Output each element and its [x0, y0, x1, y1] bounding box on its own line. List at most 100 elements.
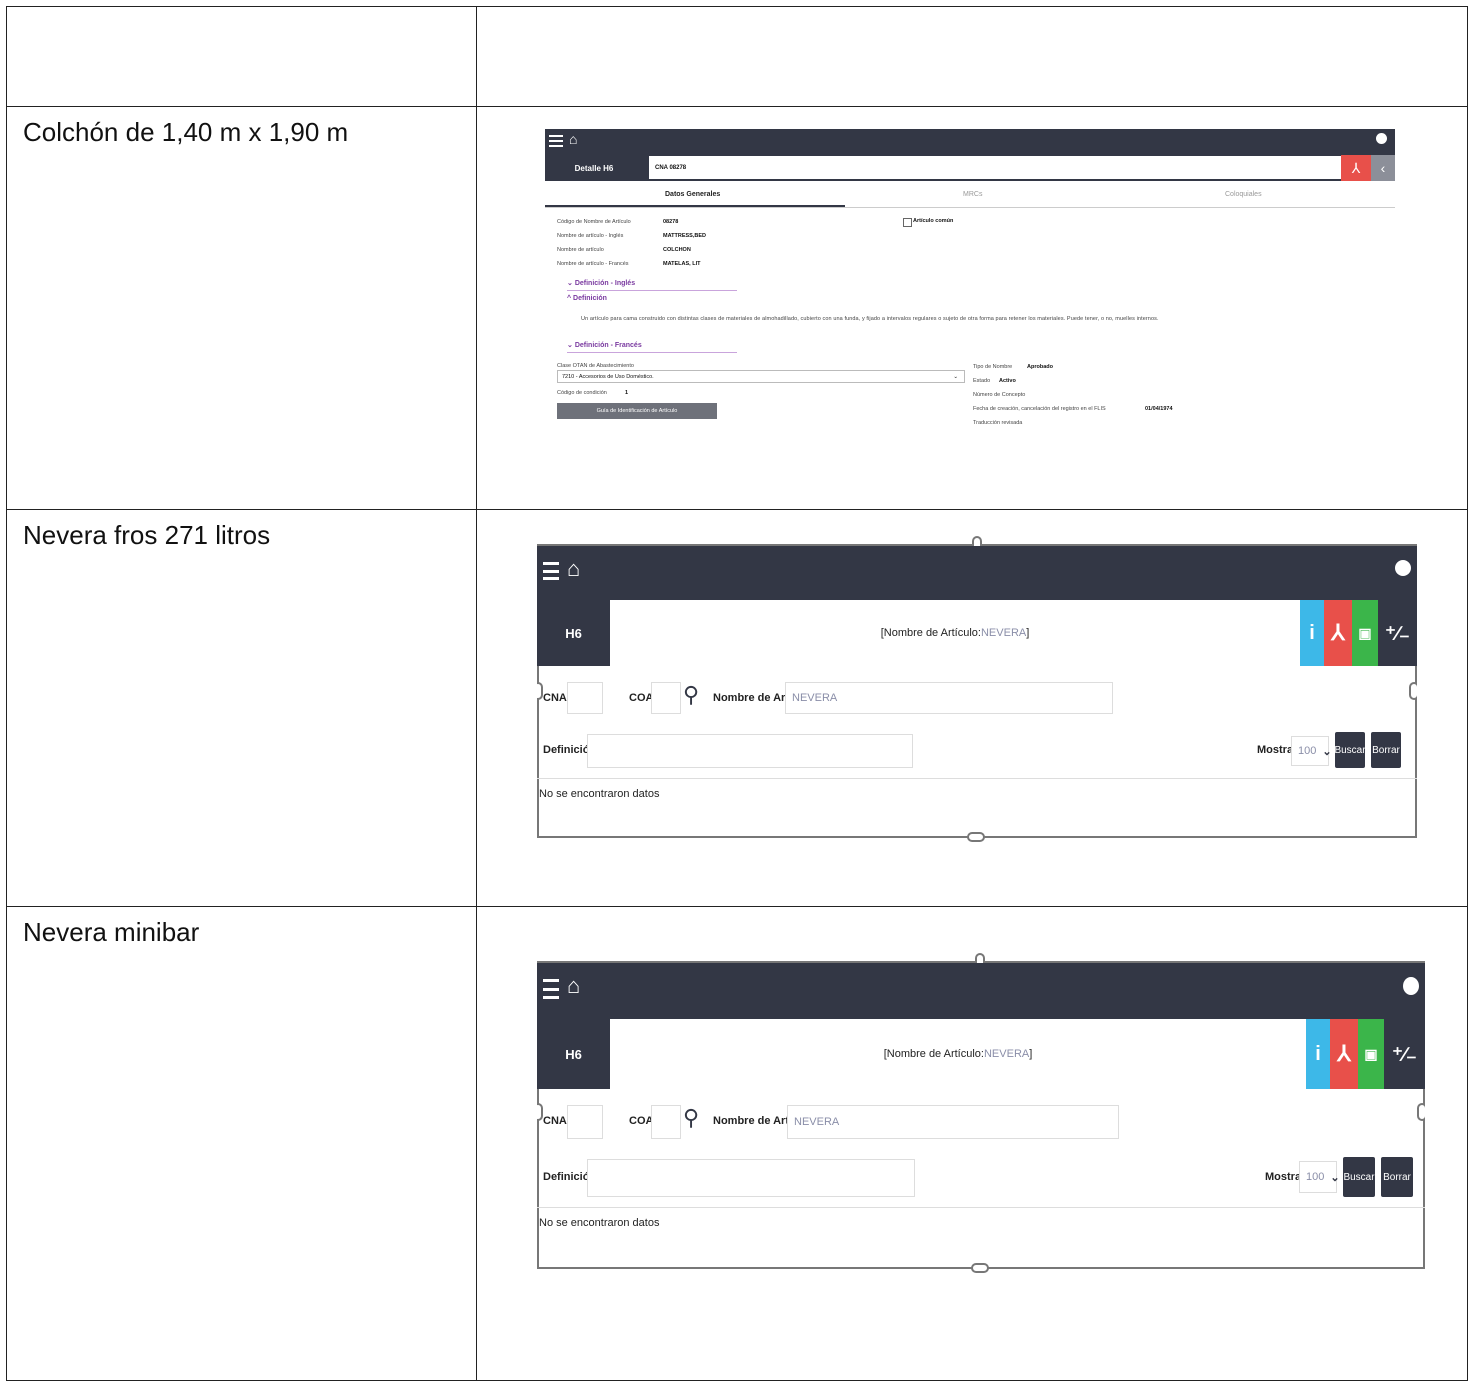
user-icon[interactable]: [1403, 977, 1419, 995]
search-button[interactable]: Buscar: [1334, 732, 1366, 768]
tab-mrcs[interactable]: MRCs: [963, 191, 982, 198]
coa-input[interactable]: [651, 1105, 681, 1139]
show-select[interactable]: 100 ⌄: [1291, 736, 1332, 766]
table-cell-label: [6, 6, 477, 107]
creation-value: 01/04/1974: [1145, 406, 1173, 412]
supply-class-value: 7210 - Accesorios de Uso Doméstico.: [562, 373, 654, 380]
home-icon[interactable]: ⌂: [567, 973, 580, 999]
title-suffix: ]: [1029, 1048, 1033, 1060]
coa-label: COA: [629, 1115, 654, 1127]
show-select[interactable]: 100 ⌄: [1299, 1161, 1340, 1193]
field-value: 08278: [663, 219, 679, 225]
article-name-title: [Nombre de Artículo: NEVERA]: [610, 600, 1300, 666]
field-value: MATTRESS,BED: [663, 233, 706, 239]
search-button[interactable]: Buscar: [1343, 1157, 1375, 1197]
title-value: NEVERA: [980, 627, 1027, 639]
row-label: Nevera minibar: [23, 917, 200, 947]
resize-handle[interactable]: [971, 1263, 989, 1273]
cna-input[interactable]: [567, 682, 603, 714]
home-icon[interactable]: ⌂: [569, 131, 577, 147]
definition-input[interactable]: [587, 734, 913, 768]
pdf-icon[interactable]: ⅄: [1324, 600, 1352, 666]
menu-icon[interactable]: [543, 979, 559, 999]
table-cell-label: Colchón de 1,40 m x 1,90 m: [6, 106, 477, 510]
user-icon[interactable]: [1395, 560, 1411, 576]
table-cell-image: [476, 6, 1468, 107]
section-definition-french[interactable]: ⌄ Definición - Francés: [567, 341, 642, 349]
info-icon[interactable]: i: [1300, 600, 1324, 666]
table-row: [6, 6, 1468, 107]
resize-handle[interactable]: [1417, 1103, 1425, 1121]
condition-label: Código de condición: [557, 390, 607, 396]
tab-colloquial[interactable]: Coloquiales: [1225, 191, 1262, 198]
name-type-label: Tipo de Nombre: [973, 364, 1013, 370]
menu-icon[interactable]: [543, 562, 559, 580]
tab-bar: Datos Generales MRCs Coloquiales: [545, 185, 1395, 208]
table-cell-image: ⌂ H6 [Nombre de Artículo: NEVERA] i ⅄ ▣ …: [476, 509, 1468, 907]
article-name-input[interactable]: NEVERA: [785, 682, 1113, 714]
state-label: Estado: [973, 378, 991, 384]
tab-general[interactable]: Datos Generales: [665, 191, 720, 198]
divider: [537, 778, 1417, 779]
section-title: Definición - Francés: [574, 342, 642, 349]
back-icon[interactable]: ‹: [1371, 155, 1395, 181]
row-label: Colchón de 1,40 m x 1,90 m: [23, 117, 349, 147]
coa-input[interactable]: [651, 682, 681, 714]
resize-handle[interactable]: [967, 832, 985, 842]
user-icon[interactable]: [1376, 133, 1387, 144]
article-name-input[interactable]: NEVERA: [787, 1105, 1119, 1139]
title-suffix: ]: [1026, 627, 1030, 639]
home-icon[interactable]: ⌂: [567, 556, 580, 582]
clear-button[interactable]: Borrar: [1381, 1157, 1413, 1197]
name-type-value: Aprobado: [1027, 364, 1053, 370]
screenshot-article-search: ⌂ H6 [Nombre de Artículo: NEVERA] i ⅄ ▣ …: [537, 953, 1425, 1273]
chevron-down-icon: ⌄: [953, 373, 958, 380]
plus-minus-icon[interactable]: ⁺∕₋: [1378, 600, 1417, 666]
excel-icon[interactable]: ▣: [1352, 600, 1378, 666]
common-article-label: Artículo común: [913, 218, 954, 224]
table-cell-image: ⌂ H6 [Nombre de Artículo: NEVERA] i ⅄ ▣ …: [476, 906, 1468, 1381]
row-label: Nevera fros 271 litros: [23, 520, 271, 550]
no-data-message: No se encontraron datos: [539, 788, 660, 800]
field-label: Nombre de artículo - Francés: [557, 261, 629, 267]
state-value: Activo: [999, 378, 1016, 384]
document-table: Colchón de 1,40 m x 1,90 m ⌂ Detalle H6 …: [6, 6, 1468, 1381]
supply-class-label: Clase OTAN de Abastecimiento: [557, 363, 634, 369]
excel-icon[interactable]: ▣: [1358, 1019, 1384, 1089]
common-article-checkbox[interactable]: [903, 218, 912, 227]
supply-class-select[interactable]: 7210 - Accesorios de Uso Doméstico. ⌄: [557, 370, 965, 383]
chevron-down-icon: ⌄: [1330, 1171, 1340, 1184]
field-value: MATELAS, LIT: [663, 261, 701, 267]
resize-handle[interactable]: [1409, 682, 1417, 700]
cna-input[interactable]: [567, 1105, 603, 1139]
field-label: Nombre de artículo - Inglés: [557, 233, 624, 239]
divider: [537, 1207, 1425, 1208]
table-row: Nevera fros 271 litros ⌂ H6 [Nombre de A…: [6, 509, 1468, 907]
definition-text: Un artículo para cama construido con dis…: [581, 316, 1159, 322]
chevron-down-icon: ⌄: [1322, 745, 1332, 758]
section-definition-english[interactable]: ⌄ Definición - Inglés: [567, 279, 635, 287]
pdf-icon[interactable]: ⅄: [1341, 155, 1371, 181]
menu-icon[interactable]: [549, 135, 563, 147]
table-row: Colchón de 1,40 m x 1,90 m ⌂ Detalle H6 …: [6, 106, 1468, 510]
search-icon[interactable]: ⚲: [683, 682, 699, 708]
condition-value: 1: [625, 390, 629, 396]
table-row: Nevera minibar ⌂ H6 [Nombre de Artículo:…: [6, 906, 1468, 1381]
plus-minus-icon[interactable]: ⁺∕₋: [1384, 1019, 1425, 1089]
creation-label: Fecha de creación, cancelación del regis…: [973, 406, 1106, 412]
section-definition[interactable]: ^ Definición: [567, 295, 607, 302]
definition-input[interactable]: [587, 1159, 915, 1197]
screenshot-article-detail: ⌂ Detalle H6 CNA 08278 ⅄ ‹ Datos General…: [545, 129, 1395, 444]
search-icon[interactable]: ⚲: [683, 1105, 699, 1131]
section-divider: [567, 352, 737, 353]
identification-guide-button[interactable]: Guía de Identificación de Artículo: [557, 403, 717, 419]
h6-label: H6: [537, 1019, 610, 1089]
coa-label: COA: [629, 692, 654, 704]
row-label: [7, 7, 476, 17]
field-value: COLCHON: [663, 247, 691, 253]
section-title: Definición: [573, 295, 607, 302]
info-icon[interactable]: i: [1306, 1019, 1330, 1089]
clear-button[interactable]: Borrar: [1371, 732, 1401, 768]
pdf-icon[interactable]: ⅄: [1330, 1019, 1358, 1089]
cna-label: CNA: [543, 692, 567, 704]
